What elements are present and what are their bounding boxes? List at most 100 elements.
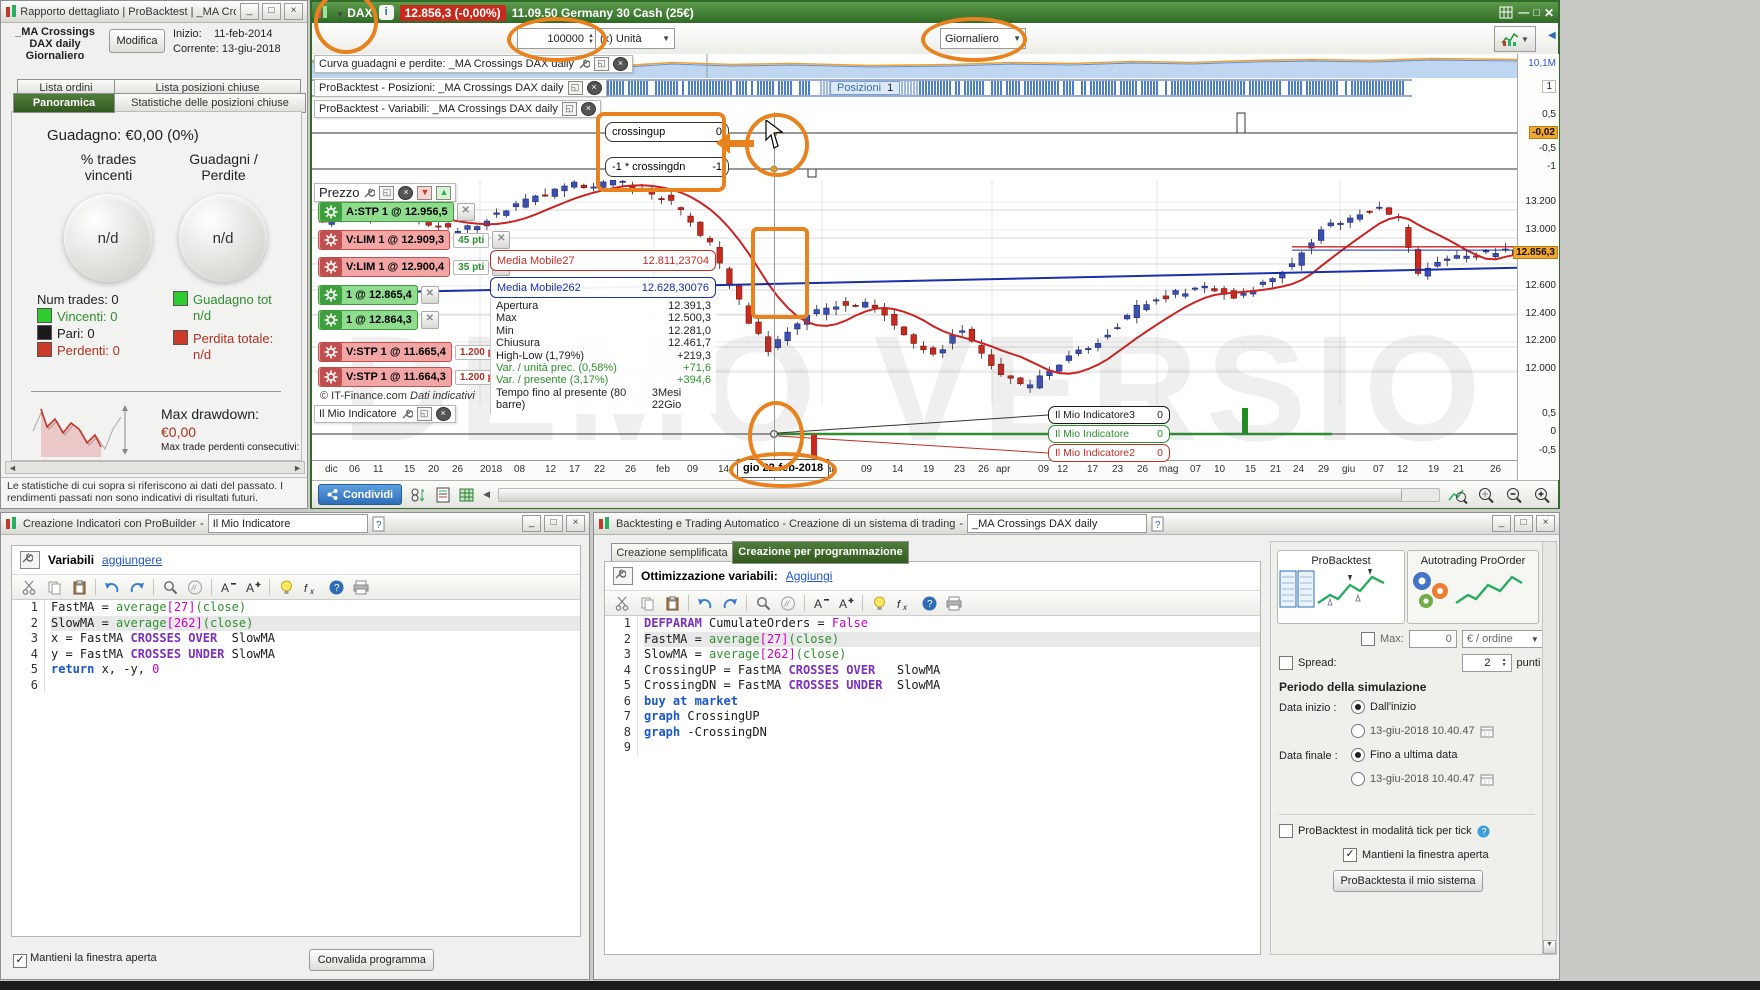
- close-icon[interactable]: ×: [284, 3, 303, 20]
- chart-titlebar[interactable]: ▼ DAX i 12.856,3 (-0,00%) 11.09.50 Germa…: [312, 2, 1558, 23]
- code-line[interactable]: 1 DEFPARAM CumulateOrders = False: [605, 616, 1260, 632]
- font-larger-icon[interactable]: A: [244, 578, 262, 596]
- spread-checkbox[interactable]: [1279, 656, 1293, 670]
- comment-icon[interactable]: //: [186, 578, 204, 596]
- help-icon[interactable]: ?: [327, 578, 345, 596]
- collapse-axis-icon[interactable]: ◀: [1548, 30, 1556, 41]
- font-smaller-icon[interactable]: A: [219, 578, 237, 596]
- tick-by-tick-row[interactable]: ProBacktest in modalità tick per tick ?: [1279, 824, 1490, 838]
- wrench-icon[interactable]: [578, 58, 590, 70]
- order-tag[interactable]: V:LIM 1 @ 12.900,4 35 pti ✕: [318, 257, 511, 277]
- quantity-input[interactable]: 100000 ▲ ▼: [517, 28, 599, 49]
- order-close-icon[interactable]: ✕: [420, 286, 439, 304]
- detach-panel-icon[interactable]: ◱: [416, 407, 432, 421]
- indicator-name-input[interactable]: Il Mio Indicatore: [207, 514, 368, 533]
- code-line[interactable]: 3x = FastMA CROSSES OVER SlowMA: [12, 631, 580, 647]
- redo-icon[interactable]: [721, 594, 739, 612]
- copy-icon[interactable]: [638, 594, 656, 612]
- close-panel-icon[interactable]: ×: [435, 407, 451, 421]
- symbol-select[interactable]: ▼ DAX: [336, 6, 373, 20]
- wrench-icon[interactable]: [401, 408, 413, 420]
- calendar-icon[interactable]: [1480, 773, 1494, 786]
- order-tag[interactable]: 1 @ 12.865,4 ✕: [318, 285, 439, 305]
- suggestion-icon[interactable]: [870, 594, 888, 612]
- wrench-button[interactable]: [613, 567, 633, 585]
- order-settings-icon[interactable]: [320, 286, 342, 304]
- minimize-icon[interactable]: —: [1518, 7, 1529, 19]
- zoom-out-icon[interactable]: [1504, 486, 1524, 504]
- font-larger-icon[interactable]: A: [837, 594, 855, 612]
- journal-icon[interactable]: [436, 487, 451, 503]
- code-line[interactable]: 5 return x, -y, 0: [12, 662, 580, 678]
- close-panel-icon[interactable]: ×: [586, 81, 602, 95]
- scroll-left-icon[interactable]: ◀: [483, 489, 490, 500]
- code-line[interactable]: 4 CrossingUP = FastMA CROSSES OVER SlowMA: [605, 662, 1260, 678]
- code-line[interactable]: 4y = FastMA CROSSES UNDER SlowMA: [12, 646, 580, 662]
- search-icon[interactable]: [161, 578, 179, 596]
- maximize-icon[interactable]: □: [1514, 515, 1533, 532]
- minimize-icon[interactable]: _: [1492, 515, 1511, 532]
- paste-icon[interactable]: [663, 594, 681, 612]
- order-close-icon[interactable]: ✕: [420, 311, 439, 329]
- help-doc-icon[interactable]: ?: [372, 516, 386, 532]
- copy-icon[interactable]: [45, 578, 63, 596]
- maximize-icon[interactable]: □: [262, 3, 281, 20]
- order-settings-icon[interactable]: [320, 258, 342, 276]
- maximize-icon[interactable]: □: [1533, 7, 1540, 19]
- cut-icon[interactable]: [613, 594, 631, 612]
- order-tag[interactable]: A:STP 1 @ 12.956,5 ✕: [318, 202, 475, 222]
- zoom-chart-icon[interactable]: [1448, 486, 1468, 504]
- data-finale-custom[interactable]: 13-giu-2018 10.40.47: [1351, 772, 1494, 786]
- close-panel-icon[interactable]: ×: [398, 185, 414, 200]
- calendar-icon[interactable]: [1480, 725, 1494, 738]
- probacktest-card[interactable]: ProBacktest: [1277, 550, 1405, 624]
- backtest-titlebar[interactable]: Backtesting e Trading Automatico - Creaz…: [594, 513, 1559, 535]
- code-line[interactable]: 9: [605, 740, 1260, 756]
- order-settings-icon[interactable]: [320, 203, 342, 221]
- data-inizio-dallinizio[interactable]: Dall'inizio: [1351, 700, 1416, 714]
- suggestion-icon[interactable]: [277, 578, 295, 596]
- close-icon[interactable]: ×: [1536, 515, 1555, 532]
- system-name-input[interactable]: _MA Crossings DAX daily: [967, 514, 1148, 533]
- print-icon[interactable]: [352, 578, 370, 596]
- share-button[interactable]: Condividi: [318, 484, 403, 505]
- redo-icon[interactable]: [128, 578, 146, 596]
- print-icon[interactable]: [945, 594, 963, 612]
- max-checkbox[interactable]: [1361, 632, 1375, 646]
- spread-input[interactable]: 2 ▲ ▼: [1461, 654, 1512, 672]
- code-line[interactable]: 3 SlowMA = average[262](close): [605, 647, 1260, 663]
- insert-function-icon[interactable]: fx: [302, 578, 320, 596]
- comment-icon[interactable]: //: [779, 594, 797, 612]
- max-input[interactable]: 0: [1408, 630, 1457, 648]
- keep-open-row[interactable]: ✓ Mantieni la finestra aperta: [1343, 848, 1489, 862]
- detach-panel-icon[interactable]: ◱: [379, 185, 395, 200]
- undo-icon[interactable]: [696, 594, 714, 612]
- chart-type-button[interactable]: ▼: [1494, 26, 1536, 52]
- maximize-icon[interactable]: □: [544, 515, 563, 532]
- close-icon[interactable]: ×: [566, 515, 585, 532]
- order-settings-icon[interactable]: [320, 311, 342, 329]
- tick-checkbox[interactable]: [1279, 824, 1293, 838]
- info-icon[interactable]: i: [378, 5, 394, 20]
- minimize-icon[interactable]: _: [240, 3, 259, 20]
- keep-open-checkbox[interactable]: ✓ Mantieni la finestra aperta: [13, 952, 157, 968]
- search-icon[interactable]: [754, 594, 772, 612]
- tab-creazione-programmazione[interactable]: Creazione per programmazione: [732, 541, 909, 564]
- detach-panel-icon[interactable]: ◱: [593, 57, 609, 71]
- code-line[interactable]: 6 buy at market: [605, 693, 1260, 709]
- code-line[interactable]: 5 CrossingDN = FastMA CROSSES UNDER SlowM…: [605, 678, 1260, 694]
- paste-icon[interactable]: [70, 578, 88, 596]
- report-titlebar[interactable]: Rapporto dettagliato | ProBacktest | _MA…: [1, 1, 307, 23]
- order-tag[interactable]: 1 @ 12.864,3 ✕: [318, 310, 439, 330]
- order-close-icon[interactable]: ✕: [456, 203, 475, 221]
- tab-statistiche[interactable]: Statistiche delle posizioni chiuse: [114, 93, 306, 113]
- run-backtest-button[interactable]: ProBacktesta il mio sistema: [1333, 870, 1483, 892]
- help-icon[interactable]: ?: [920, 594, 938, 612]
- order-tag[interactable]: V:LIM 1 @ 12.909,3 45 pti ✕: [318, 230, 511, 250]
- code-line[interactable]: 8 graph -CrossingDN: [605, 724, 1260, 740]
- order-close-icon[interactable]: ✕: [492, 231, 511, 249]
- data-inizio-custom[interactable]: 13-giu-2018 10.40.47: [1351, 724, 1494, 738]
- order-settings-icon[interactable]: [320, 231, 342, 249]
- add-optimization-link[interactable]: Aggiungi: [786, 569, 833, 583]
- grid-icon[interactable]: [1499, 6, 1514, 19]
